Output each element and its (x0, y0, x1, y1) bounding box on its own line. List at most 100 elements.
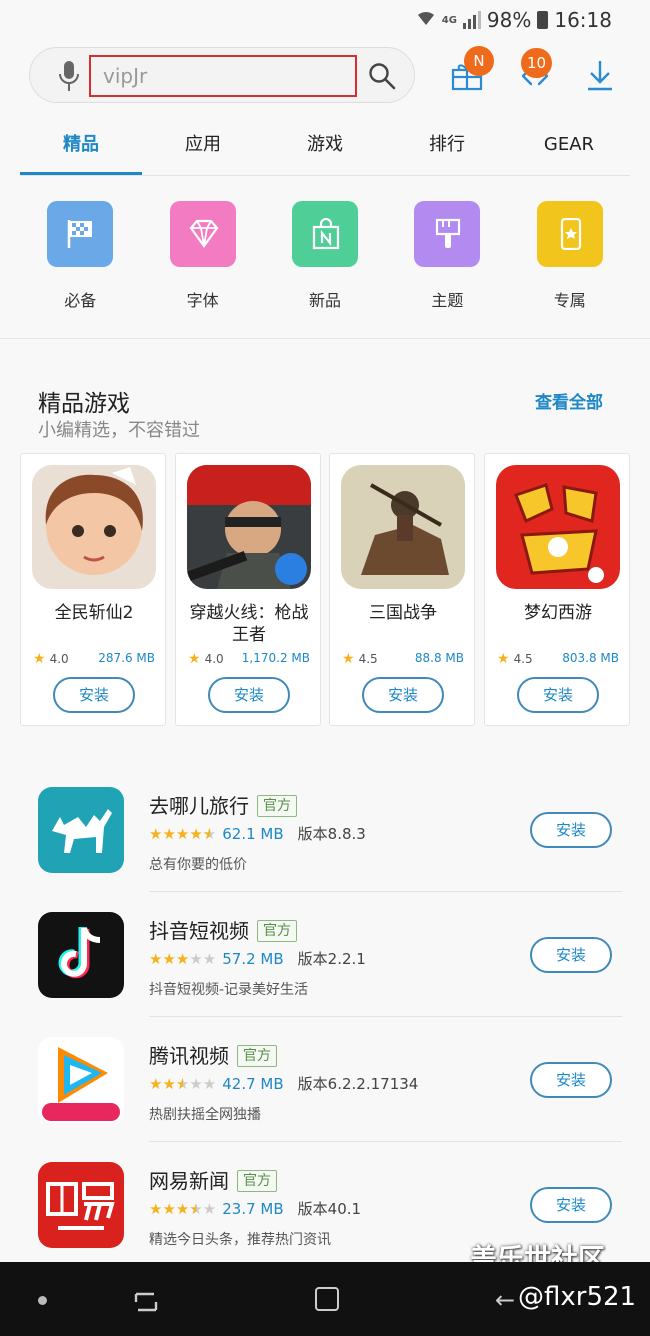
app-description: 精选今日头条，推荐热门资讯 (149, 1232, 331, 1248)
galaxy-apps-store-page: 4G 98% 16:18 N 10 精品 应用 (0, 0, 650, 1336)
view-all-link[interactable]: 查看全部 (535, 388, 603, 413)
game-size: 803.8 MB (562, 651, 619, 665)
rating-stars: ★★★★★★ (149, 824, 217, 843)
recent-apps-icon[interactable] (132, 1290, 160, 1314)
star-icon: ★ (188, 651, 201, 667)
official-badge: 官方 (237, 1170, 277, 1192)
game-icon-quanmin (32, 465, 156, 589)
install-button[interactable]: 安装 (530, 812, 612, 848)
app-description: 热剧扶摇全网独播 (149, 1107, 261, 1123)
app-icon-netease-news (38, 1162, 124, 1248)
install-button[interactable]: 安装 (530, 1062, 612, 1098)
section-subtitle: 小编精选，不容错过 (38, 420, 200, 441)
official-badge: 官方 (237, 1045, 277, 1067)
battery-icon (537, 11, 549, 29)
tab-gear[interactable]: GEAR (508, 118, 630, 175)
rating-value: 4.0 (49, 652, 69, 666)
microphone-icon[interactable] (58, 60, 80, 92)
install-button[interactable]: 安装 (208, 677, 290, 713)
home-button-icon[interactable] (315, 1287, 339, 1311)
app-version: 版本40.1 (297, 1200, 362, 1218)
star-icon: ★ (497, 651, 510, 667)
back-icon[interactable]: ← (495, 1286, 515, 1314)
list-item[interactable]: 抖音短视频 官方 ★★★★★ 57.2 MB 版本2.2.1 抖音短视频-记录美好… (0, 892, 650, 1017)
nav-hide-dot-icon[interactable] (38, 1296, 47, 1305)
list-item[interactable]: 腾讯视频官方 ★★★★★★ 42.7 MB 版本6.2.2.17134 热剧扶摇… (0, 1017, 650, 1142)
brush-icon (414, 201, 481, 267)
game-card[interactable]: 全民斩仙2 ★ 4.0 287.6 MB 安装 (20, 453, 166, 726)
game-size: 1,170.2 MB (241, 651, 310, 665)
category-themes[interactable]: 主题 (386, 201, 508, 311)
app-version: 版本6.2.2.17134 (297, 1075, 419, 1093)
flag-icon (47, 201, 114, 267)
clock: 16:18 (554, 8, 612, 32)
section-divider (0, 338, 650, 339)
app-size: 42.7 MB (222, 1074, 284, 1093)
category-label: 字体 (186, 291, 219, 310)
search-icon[interactable] (368, 62, 396, 90)
official-badge: 官方 (257, 795, 297, 817)
app-size: 62.1 MB (222, 824, 284, 843)
search-bar[interactable] (29, 47, 415, 103)
game-card[interactable]: 三国战争 ★ 4.5 88.8 MB 安装 (329, 453, 475, 726)
app-size: 23.7 MB (222, 1199, 284, 1218)
app-description: 总有你要的低价 (149, 857, 247, 873)
game-icon-crossfire (187, 465, 311, 589)
updates-badge: 10 (521, 48, 553, 78)
app-icon-qunar (38, 787, 124, 873)
category-new[interactable]: 新品 (264, 201, 386, 311)
game-name: 全民斩仙2 (54, 603, 134, 623)
app-icon-tencent-video (38, 1037, 124, 1123)
game-icon-sanguo (341, 465, 465, 589)
category-essentials[interactable]: 必备 (19, 201, 141, 311)
game-rating: ★ 4.5 (497, 651, 533, 667)
app-icon-douyin (38, 912, 124, 998)
category-label: 新品 (308, 291, 341, 310)
app-name: 网易新闻 (149, 1169, 229, 1193)
tab-apps[interactable]: 应用 (142, 118, 264, 175)
watermark-handle: @flxr521 (518, 1282, 637, 1312)
game-size: 287.6 MB (98, 651, 155, 665)
game-card[interactable]: 梦幻西游 ★ 4.5 803.8 MB 安装 (484, 453, 630, 726)
app-version: 版本8.8.3 (297, 825, 366, 843)
app-name: 去哪儿旅行 (149, 794, 249, 818)
rating-stars: ★★★★★★ (149, 1074, 217, 1093)
install-button[interactable]: 安装 (53, 677, 135, 713)
category-label: 主题 (431, 291, 464, 310)
app-name: 抖音短视频 (149, 919, 249, 943)
exclusive-phone-icon (536, 201, 603, 267)
download-icon[interactable] (583, 58, 617, 92)
game-name: 梦幻西游 (524, 603, 592, 623)
category-fonts[interactable]: 字体 (141, 201, 263, 311)
app-size: 57.2 MB (222, 949, 284, 968)
search-input[interactable] (89, 55, 357, 97)
game-card[interactable]: 穿越火线：枪战王者 ★ 4.0 1,170.2 MB 安装 (175, 453, 321, 726)
gift-badge: N (464, 46, 494, 76)
star-icon: ★ (342, 651, 355, 667)
rating-value: 4.0 (204, 652, 224, 666)
star-icon: ★ (33, 651, 46, 667)
app-name-row: 网易新闻 官方 (149, 1165, 277, 1194)
install-button[interactable]: 安装 (530, 937, 612, 973)
tab-games[interactable]: 游戏 (264, 118, 386, 175)
category-exclusive[interactable]: 专属 (509, 201, 631, 311)
install-button[interactable]: 安装 (362, 677, 444, 713)
app-description: 抖音短视频-记录美好生活 (149, 982, 309, 998)
install-button[interactable]: 安装 (517, 677, 599, 713)
app-name-row: 抖音短视频 官方 (149, 915, 297, 944)
battery-percent: 98% (486, 8, 532, 32)
app-meta: ★★★★★★ 42.7 MB 版本6.2.2.17134 (149, 1073, 418, 1094)
game-size: 88.8 MB (414, 651, 464, 665)
rating-stars: ★★★★★★ (149, 1199, 217, 1218)
game-name: 穿越火线：枪战王者 (189, 603, 309, 645)
game-icon-menghuan (496, 465, 620, 589)
tab-featured[interactable]: 精品 (20, 118, 142, 175)
app-name: 腾讯视频 (149, 1044, 229, 1068)
tab-ranking[interactable]: 排行 (386, 118, 508, 175)
category-label: 专属 (553, 291, 586, 310)
install-button[interactable]: 安装 (530, 1187, 612, 1223)
category-tabs: 精品 应用 游戏 排行 GEAR (20, 118, 630, 176)
list-item[interactable]: 去哪儿旅行官方 ★★★★★★ 62.1 MB 版本8.8.3 总有你要的低价 安… (0, 767, 650, 892)
featured-games-carousel: 全民斩仙2 ★ 4.0 287.6 MB 安装 穿越火线：枪战王者 ★ 4.0 1,… (20, 453, 650, 726)
game-rating: ★ 4.5 (342, 651, 378, 667)
